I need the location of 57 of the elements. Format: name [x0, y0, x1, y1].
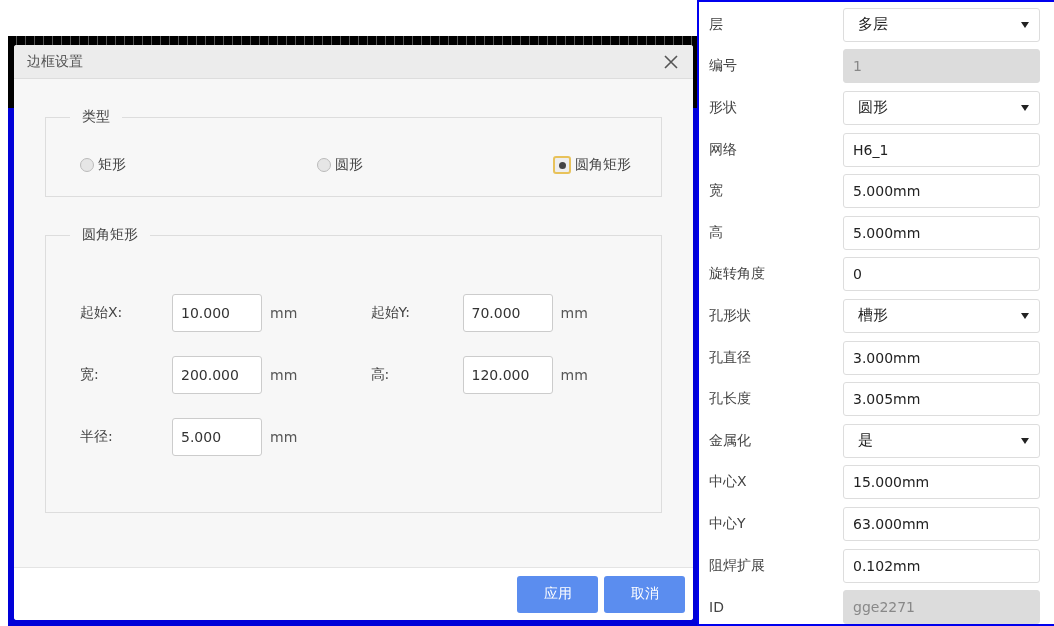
property-label: 形状	[709, 99, 738, 117]
unit-label: mm	[270, 305, 298, 321]
input-field[interactable]: 70.000	[462, 294, 553, 332]
radio-label: 圆角矩形	[575, 156, 631, 174]
input-field[interactable]: 5.000	[172, 418, 262, 456]
caret-icon	[1021, 21, 1029, 28]
group-legend: 类型	[70, 108, 122, 126]
property-label: 中心X	[709, 473, 748, 492]
property-label: 孔形状	[709, 306, 752, 325]
property-label: ID	[709, 599, 725, 616]
input-field[interactable]: 5.000mm	[843, 215, 1040, 250]
property-label: 孔直径	[709, 348, 752, 367]
caret-icon	[1021, 437, 1029, 444]
caret-icon	[1021, 105, 1029, 111]
property-label: 层	[709, 15, 724, 34]
radio-label: 矩形	[98, 156, 126, 174]
field-label: 起始X:	[80, 304, 124, 322]
select-field[interactable]: 槽形	[843, 298, 1040, 333]
caret-icon	[1021, 312, 1029, 319]
unit-label: mm	[270, 367, 298, 383]
unit-label: mm	[560, 305, 588, 321]
dialog-title: 边框设置	[27, 52, 83, 71]
property-label: 孔长度	[709, 390, 752, 409]
radio-button[interactable]	[553, 156, 571, 174]
input-field[interactable]: 120.000	[462, 356, 553, 394]
select-field[interactable]: 多层	[843, 7, 1040, 42]
property-label: 编号	[709, 57, 738, 76]
input-field[interactable]: 0.102mm	[843, 548, 1040, 583]
input-field[interactable]: 15.000mm	[843, 465, 1040, 500]
property-label: 阻焊扩展	[709, 556, 766, 575]
field-label: 宽:	[80, 366, 100, 384]
property-label: 高	[709, 223, 724, 242]
property-label: 网络	[709, 140, 738, 159]
input-field[interactable]: 0	[843, 257, 1040, 292]
property-label: 宽	[709, 182, 724, 201]
radio-button[interactable]	[316, 158, 331, 172]
input-field[interactable]: 3.005mm	[843, 382, 1040, 417]
input-field[interactable]: 3.000mm	[843, 340, 1040, 375]
close-icon[interactable]	[663, 53, 679, 70]
field-label: 起始Y:	[370, 304, 411, 322]
radio-label: 圆形	[334, 156, 363, 174]
select-field[interactable]: 是	[843, 423, 1040, 458]
field-label: 高:	[370, 366, 391, 384]
input-field[interactable]: 10.000	[172, 294, 262, 332]
property-label: 中心Y	[709, 514, 747, 533]
property-label: 金属化	[709, 431, 752, 450]
field-label: 半径:	[80, 428, 114, 446]
input-field[interactable]: 200.000	[172, 356, 262, 394]
unit-label: mm	[560, 367, 588, 383]
input-field[interactable]: H6_1	[843, 132, 1040, 167]
unit-label: mm	[270, 429, 298, 445]
group-legend: 圆角矩形	[70, 226, 150, 244]
input-field[interactable]: 63.000mm	[843, 506, 1040, 541]
select-field[interactable]: 圆形	[843, 91, 1040, 125]
radio-button[interactable]	[80, 158, 94, 172]
input-field[interactable]: 5.000mm	[843, 174, 1040, 209]
property-label: 旋转角度	[709, 265, 766, 284]
